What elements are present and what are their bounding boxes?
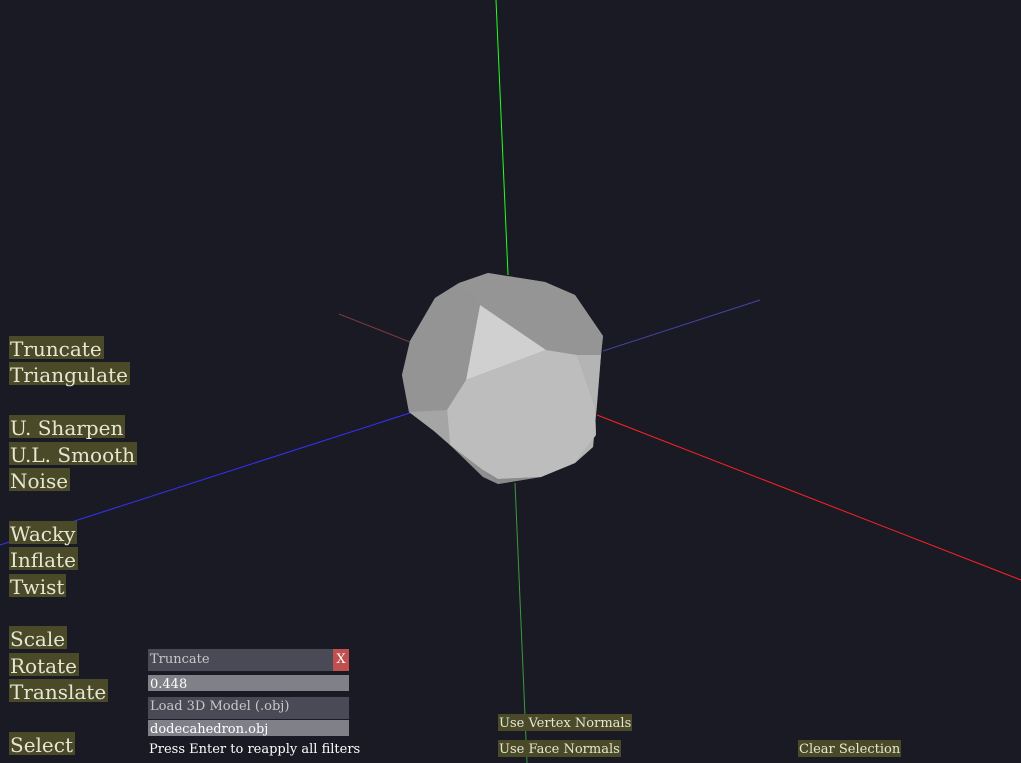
model-filename-input[interactable]: dodecahedron.obj <box>148 720 349 737</box>
twist-button[interactable]: Twist <box>9 574 67 599</box>
uniform-sharpen-button[interactable]: U. Sharpen <box>9 415 126 440</box>
face-normals-button[interactable]: Use Face Normals <box>498 740 621 757</box>
filter-panel-title: Truncate <box>150 652 210 667</box>
truncate-button[interactable]: Truncate <box>9 336 104 361</box>
close-filter-button[interactable]: X <box>333 649 349 671</box>
triangulate-button[interactable]: Triangulate <box>9 362 130 387</box>
wacky-button[interactable]: Wacky <box>9 521 78 546</box>
z-axis-negative <box>602 299 761 352</box>
filter-panel-header: Truncate X <box>148 649 349 671</box>
inflate-button[interactable]: Inflate <box>9 547 78 572</box>
noise-button[interactable]: Noise <box>9 468 71 493</box>
rotate-button[interactable]: Rotate <box>9 653 79 678</box>
y-axis-positive <box>495 0 509 276</box>
filter-value-input[interactable]: 0.448 <box>148 675 349 692</box>
vertex-normals-button[interactable]: Use Vertex Normals <box>498 714 633 731</box>
mesh-model[interactable] <box>402 273 603 484</box>
select-button[interactable]: Select <box>9 732 76 757</box>
x-axis-positive <box>596 414 1021 581</box>
load-model-button[interactable]: Load 3D Model (.obj) <box>148 697 349 719</box>
uniform-laplacian-smooth-button[interactable]: U.L. Smooth <box>9 442 138 467</box>
scale-button[interactable]: Scale <box>9 626 68 651</box>
clear-selection-button[interactable]: Clear Selection <box>798 740 902 757</box>
x-axis-negative <box>338 313 416 345</box>
reapply-hint: Press Enter to reapply all filters <box>149 742 361 757</box>
translate-button[interactable]: Translate <box>9 679 109 704</box>
